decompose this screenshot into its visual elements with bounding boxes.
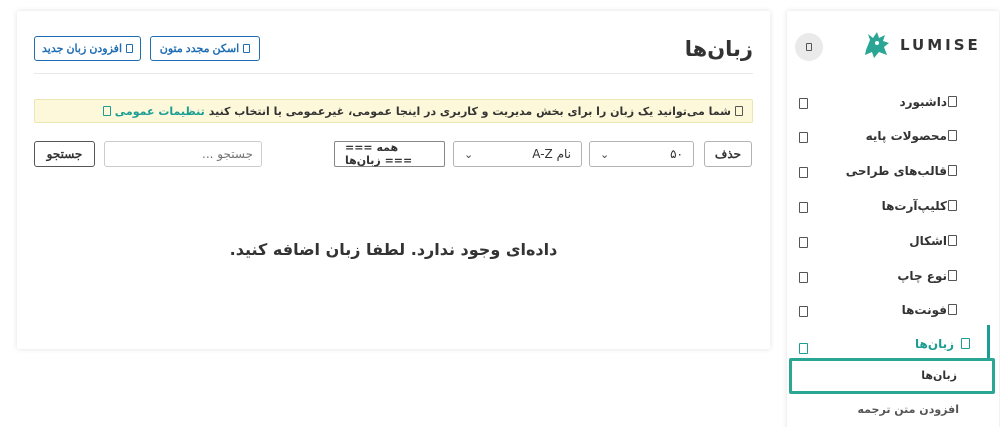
submenu-item-languages[interactable]: زبان‌ها xyxy=(789,358,995,394)
empty-state-message: داده‌ای وجود ندارد. لطفا زبان اضافه کنید… xyxy=(229,240,558,259)
shape-icon xyxy=(948,235,957,246)
notice-text: شما می‌توانید یک زبان را برای بخش مدیریت… xyxy=(208,104,731,118)
per-page-select[interactable]: ۵۰ ⌄ xyxy=(589,141,694,167)
chevron-icon xyxy=(799,237,808,248)
chevron-icon xyxy=(799,343,808,354)
submenu-item-label: افزودن متن ترجمه xyxy=(857,403,960,416)
logo-text: LUMISE xyxy=(900,36,981,54)
delete-button[interactable]: حذف xyxy=(704,141,752,167)
sort-select[interactable]: نام A-Z ⌄ xyxy=(453,141,582,167)
general-settings-link[interactable]: تنظیمات عمومی xyxy=(115,105,205,118)
sidebar-item-label: محصولات پایه xyxy=(865,129,947,143)
sidebar-item-label: اشکال xyxy=(909,234,947,248)
chevron-icon xyxy=(799,132,808,143)
search-input[interactable] xyxy=(113,147,253,161)
menu-icon xyxy=(806,43,812,51)
external-link-icon[interactable] xyxy=(102,106,111,116)
sidebar-item-label: کلیپ‌آرت‌ها xyxy=(881,199,947,213)
chevron-down-icon: ⌄ xyxy=(600,147,610,161)
clipart-icon xyxy=(948,200,957,211)
header-divider xyxy=(34,73,753,74)
language-icon xyxy=(961,338,970,349)
language-filter-select[interactable]: === همه زبان‌ها === xyxy=(334,141,445,167)
sidebar-item-fonts[interactable]: فونت‌ها xyxy=(787,295,999,329)
sidebar-item-base-products[interactable]: محصولات پایه xyxy=(787,121,999,155)
chevron-icon xyxy=(799,98,808,109)
sidebar-item-shapes[interactable]: اشکال xyxy=(787,226,999,260)
sidebar-item-cliparts[interactable]: کلیپ‌آرت‌ها xyxy=(787,191,999,225)
rescan-texts-label: اسکن مجدد متون xyxy=(159,43,240,55)
sidebar-item-label: نوع چاپ xyxy=(897,269,947,283)
page-title: زبان‌ها xyxy=(684,37,753,61)
dragon-logo-icon xyxy=(865,32,889,58)
product-icon xyxy=(948,130,957,141)
notice-banner: شما می‌توانید یک زبان را برای بخش مدیریت… xyxy=(34,99,753,123)
logo[interactable]: LUMISE xyxy=(860,28,981,62)
plus-icon xyxy=(126,44,133,53)
search-field[interactable] xyxy=(104,141,262,167)
sort-value: نام A-Z xyxy=(532,147,571,161)
printer-icon xyxy=(948,270,957,281)
search-button[interactable]: جستجو xyxy=(34,141,95,167)
sidebar-item-label: زبان‌ها xyxy=(915,337,954,351)
per-page-value: ۵۰ xyxy=(670,147,683,161)
info-icon xyxy=(735,106,743,116)
sidebar-item-label: داشبورد xyxy=(899,95,947,109)
dashboard-icon xyxy=(948,96,957,107)
sidebar-item-dashboard[interactable]: داشبورد xyxy=(787,87,999,121)
refresh-icon xyxy=(243,44,251,53)
submenu-item-label: زبان‌ها xyxy=(921,369,957,382)
chevron-down-icon: ⌄ xyxy=(464,147,474,161)
rescan-texts-button[interactable]: اسکن مجدد متون xyxy=(150,36,260,61)
sidebar-item-print-types[interactable]: نوع چاپ xyxy=(787,261,999,295)
chevron-icon xyxy=(799,202,808,213)
main-panel: زبان‌ها اسکن مجدد متون افزودن زبان جدید … xyxy=(17,11,770,349)
language-filter-value: === همه زبان‌ها === xyxy=(345,141,413,167)
template-icon xyxy=(948,165,957,176)
submenu-item-add-translation[interactable]: افزودن متن ترجمه xyxy=(787,398,999,426)
font-icon xyxy=(948,304,957,315)
sidebar: LUMISE داشبورد محصولات پایه قالب‌های طرا… xyxy=(787,11,999,427)
chevron-icon xyxy=(799,306,808,317)
chevron-icon xyxy=(799,272,808,283)
add-language-label: افزودن زبان جدید xyxy=(42,43,122,55)
sidebar-item-design-templates[interactable]: قالب‌های طراحی xyxy=(787,156,999,190)
chevron-icon xyxy=(799,167,808,178)
sidebar-item-label: قالب‌های طراحی xyxy=(845,164,947,178)
sidebar-item-label: فونت‌ها xyxy=(901,303,947,317)
sidebar-toggle-button[interactable] xyxy=(795,33,823,61)
add-language-button[interactable]: افزودن زبان جدید xyxy=(34,36,141,61)
